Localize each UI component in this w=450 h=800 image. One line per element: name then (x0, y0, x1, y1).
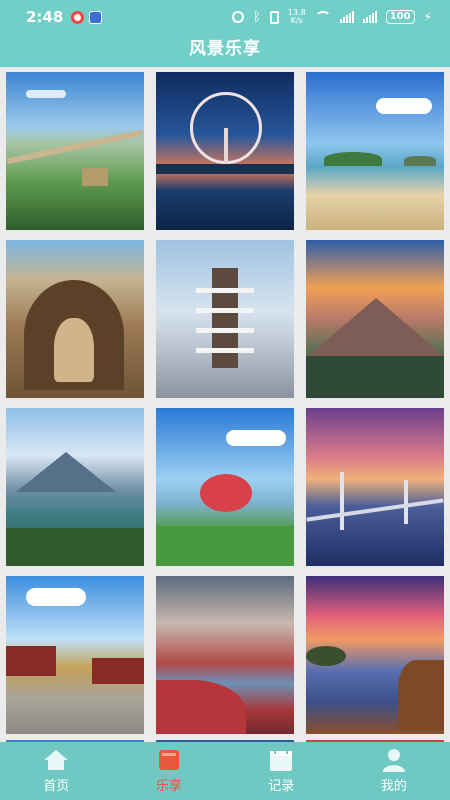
notification-app-icon (71, 10, 85, 24)
red-sculpture (200, 474, 252, 512)
cloud (376, 98, 432, 114)
bridge-tower (404, 480, 408, 524)
signal-icon (339, 11, 354, 23)
nav-profile-label: 我的 (380, 779, 407, 794)
nav-records[interactable]: 记录 (225, 742, 338, 800)
notification-message-icon (89, 10, 103, 24)
pagoda-body (212, 268, 238, 368)
status-time: 2:48 (26, 8, 64, 26)
vibrate-icon (269, 10, 279, 24)
island (324, 152, 382, 166)
city-skyline (156, 164, 294, 174)
pagoda-roof (196, 308, 254, 313)
system-icons: ᛒ 13.8 K/s 100 ⚡ (232, 9, 432, 25)
bridge-deck (306, 498, 444, 522)
tile-great-wall[interactable] (6, 72, 144, 230)
nav-home[interactable]: 首页 (0, 742, 113, 800)
cloud (26, 90, 66, 98)
lawn (156, 526, 294, 566)
user-icon (380, 748, 408, 772)
charging-icon: ⚡ (423, 10, 432, 24)
mountain-peak (306, 298, 444, 358)
notification-icons (71, 10, 103, 24)
bridge-tower (340, 472, 344, 530)
temple-right (92, 658, 144, 684)
bottom-nav: 首页 乐享 记录 我的 (0, 742, 450, 800)
page-title: 风景乐享 (189, 39, 261, 59)
tile-coastal-mountains[interactable] (6, 408, 144, 566)
book-icon (155, 748, 183, 772)
nav-home-label: 首页 (43, 779, 70, 794)
pagoda-roof (196, 348, 254, 353)
nav-profile[interactable]: 我的 (338, 742, 450, 800)
calendar-icon (267, 748, 295, 772)
coast-forest (6, 528, 144, 566)
autumn-trees (398, 660, 444, 730)
status-bar: 2:48 ᛒ 13.8 K/s 100 ⚡ (0, 0, 450, 34)
bluetooth-icon: ᛒ (253, 9, 261, 25)
temple-left (6, 646, 56, 676)
tile-ancient-temple[interactable] (6, 576, 144, 734)
tile-snow-pagoda[interactable] (156, 240, 294, 398)
mountain-range (16, 452, 116, 492)
trees (306, 646, 346, 666)
nav-share[interactable]: 乐享 (113, 742, 226, 800)
nav-share-label: 乐享 (155, 779, 182, 794)
small-island (404, 156, 436, 166)
nav-records-label: 记录 (268, 779, 295, 794)
tile-red-wetland[interactable] (156, 576, 294, 734)
home-icon (42, 748, 70, 772)
tile-red-sculpture[interactable] (156, 408, 294, 566)
buddha-statue (54, 318, 94, 382)
tile-island-beach[interactable] (306, 72, 444, 230)
pagoda-roof (196, 288, 254, 293)
red-grass (156, 680, 246, 734)
tile-grotto-buddha[interactable] (6, 240, 144, 398)
network-speed: 13.8 K/s (287, 8, 306, 25)
cloud (226, 430, 286, 446)
tile-mountain-sunset[interactable] (306, 240, 444, 398)
signal-icon-2 (362, 11, 377, 23)
wifi-icon (314, 11, 331, 23)
pagoda-roof (196, 328, 254, 333)
battery-level: 100 (385, 10, 415, 24)
watchtower (82, 168, 108, 186)
tile-sunset-lake[interactable] (306, 576, 444, 734)
forest (306, 356, 444, 398)
wall-path (6, 129, 144, 165)
tile-ferris-wheel[interactable] (156, 72, 294, 230)
cloud (26, 588, 86, 606)
tile-cable-bridge[interactable] (306, 408, 444, 566)
alarm-icon (232, 11, 245, 23)
app-header: 2:48 ᛒ 13.8 K/s 100 ⚡ 风景乐享 (0, 0, 450, 67)
